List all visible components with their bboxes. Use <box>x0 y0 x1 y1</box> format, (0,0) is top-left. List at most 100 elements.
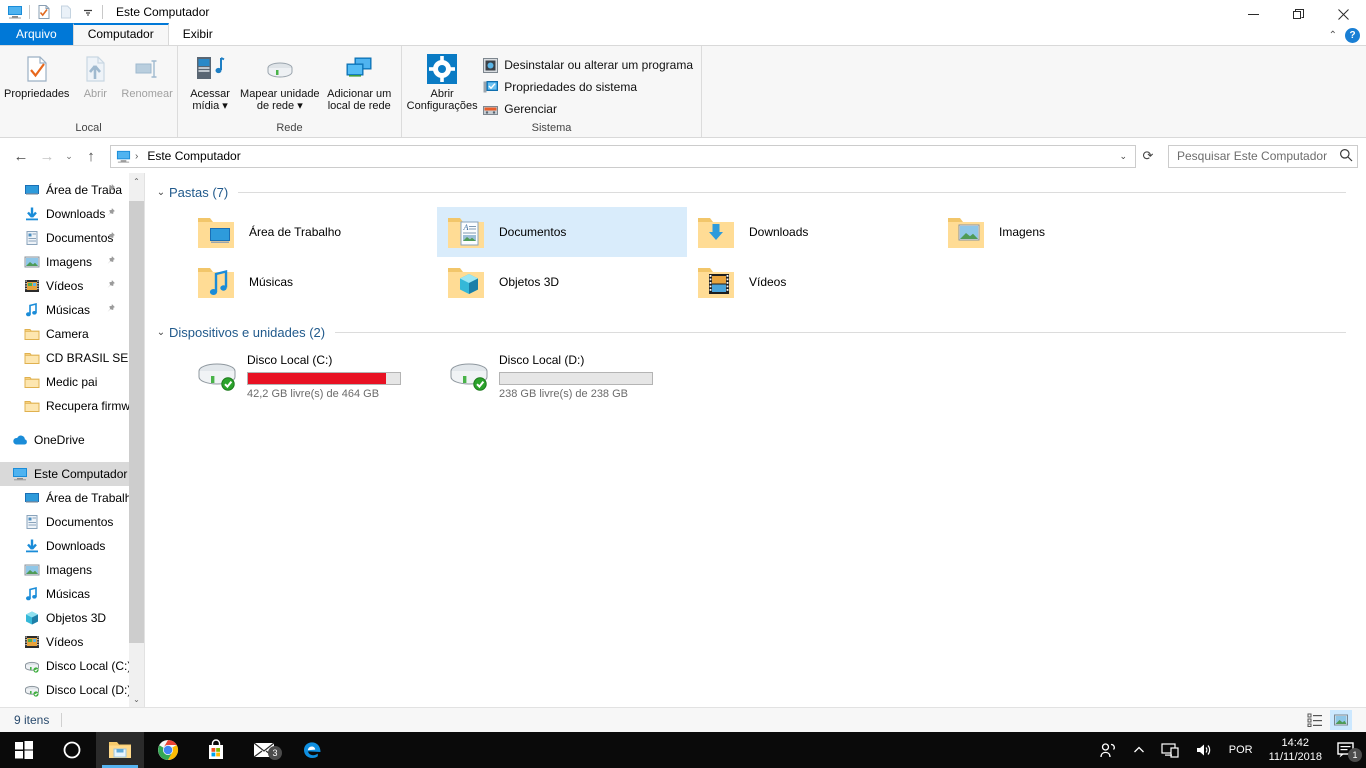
sidebar-item-imagens[interactable]: Imagens <box>0 250 144 274</box>
clock[interactable]: 14:42 11/11/2018 <box>1261 732 1330 768</box>
sidebar-item-documentos[interactable]: Documentos <box>0 226 144 250</box>
recent-locations-button[interactable]: ⌄ <box>60 143 78 169</box>
computer-icon[interactable] <box>4 1 26 23</box>
up-button[interactable]: ↑ <box>78 143 104 169</box>
folder-tile-list: Área de Trabalho A Documentos Downloads Imag… <box>145 207 1366 307</box>
tab-computador[interactable]: Computador <box>72 23 169 45</box>
folder-tile[interactable]: Objetos 3D <box>437 257 687 307</box>
search-icon[interactable] <box>1339 148 1353 165</box>
volume-icon[interactable] <box>1187 732 1221 768</box>
sidebar-item-m-sicas[interactable]: Músicas <box>0 582 144 606</box>
group-header-pastas[interactable]: ⌄ Pastas (7) <box>153 181 1366 203</box>
refresh-button[interactable]: ⟳ <box>1136 145 1160 168</box>
sidebar-item-rea-de-traba[interactable]: Área de Traba <box>0 178 144 202</box>
group-header-dispositivos[interactable]: ⌄ Dispositivos e unidades (2) <box>153 321 1366 343</box>
edge-button[interactable] <box>288 732 336 768</box>
ribbon-button-propriedades[interactable]: Propriedades <box>4 49 69 100</box>
folder-tile[interactable]: Músicas <box>187 257 437 307</box>
sidebar-item-disco-local-c[interactable]: Disco Local (C:) <box>0 654 144 678</box>
scroll-down-arrow[interactable]: ⌄ <box>129 691 144 707</box>
sidebar-item-v-deos[interactable]: Vídeos <box>0 630 144 654</box>
collapse-ribbon-icon[interactable]: ⌃ <box>1329 30 1337 41</box>
ribbon-button-abrir[interactable]: Abrir <box>69 49 121 100</box>
sidebar-item-documentos[interactable]: Documentos <box>0 510 144 534</box>
chevron-down-icon[interactable] <box>77 1 99 23</box>
sidebar-item-rea-de-trabalho[interactable]: Área de Trabalho <box>0 486 144 510</box>
navigation-scrollbar[interactable]: ⌃ ⌄ <box>129 173 144 707</box>
blank-doc-icon[interactable] <box>55 1 77 23</box>
chevron-down-icon[interactable]: ⌄ <box>153 187 169 198</box>
file-explorer-window: Este Computador Arquivo Computador Exibi… <box>0 0 1366 768</box>
cortana-button[interactable] <box>48 732 96 768</box>
sidebar-item-este-computador[interactable]: Este Computador <box>0 462 144 486</box>
sidebar-item-v-deos[interactable]: Vídeos <box>0 274 144 298</box>
ribbon-button-abrir-configuracoes[interactable]: Abrir Configurações <box>406 49 478 112</box>
sidebar-item-disco-local-d[interactable]: Disco Local (D:) <box>0 678 144 702</box>
back-button[interactable]: ← <box>8 143 34 169</box>
drive-tile[interactable]: Disco Local (C:) 42,2 GB livre(s) de 464 … <box>187 349 439 405</box>
sidebar-item-camera[interactable]: Camera <box>0 322 144 346</box>
sidebar-item-medic-pai[interactable]: Medic pai <box>0 370 144 394</box>
tab-exibir[interactable]: Exibir <box>169 23 227 45</box>
ribbon-item-desinstalar-programa[interactable]: Desinstalar ou alterar um programa <box>478 54 697 76</box>
show-hidden-icons-button[interactable] <box>1125 732 1153 768</box>
scrollbar-thumb[interactable] <box>129 201 144 643</box>
sidebar-item-cd-brasil-serta[interactable]: CD BRASIL SERTA <box>0 346 144 370</box>
folder-tile[interactable]: Imagens <box>937 207 1187 257</box>
sidebar-item-imagens[interactable]: Imagens <box>0 558 144 582</box>
folder-tile[interactable]: A Documentos <box>437 207 687 257</box>
pin-icon[interactable] <box>105 231 116 245</box>
forward-button[interactable]: → <box>34 143 60 169</box>
pin-icon[interactable] <box>105 255 116 269</box>
people-icon[interactable] <box>1091 732 1125 768</box>
ribbon-button-mapear-unidade-de-rede[interactable]: Mapear unidade de rede ▾ <box>238 49 321 112</box>
chrome-button[interactable] <box>144 732 192 768</box>
breadcrumb-current[interactable]: Este Computador <box>147 149 240 163</box>
ribbon-item-gerenciar[interactable]: Gerenciar <box>478 98 697 120</box>
ribbon-item-propriedades-do-sistema[interactable]: Propriedades do sistema <box>478 76 697 98</box>
breadcrumb[interactable]: › Este Computador ⌄ <box>110 144 1136 168</box>
sidebar-item-recupera-firmwa[interactable]: Recupera firmwa <box>0 394 144 418</box>
properties-icon[interactable] <box>33 1 55 23</box>
ribbon-tab-strip: Arquivo Computador Exibir <box>0 23 1366 46</box>
ribbon-button-acessar-midia[interactable]: Acessar mídia ▾ <box>182 49 238 112</box>
search-box[interactable] <box>1168 144 1358 168</box>
sidebar-item-label: Camera <box>46 327 89 341</box>
ribbon-button-renomear[interactable]: Renomear <box>121 49 173 100</box>
sidebar-item-label: Imagens <box>46 255 93 269</box>
scroll-up-arrow[interactable]: ⌃ <box>129 173 144 189</box>
ribbon-button-label-2: Configurações <box>406 100 478 112</box>
notifications-button[interactable]: 1 <box>1330 732 1366 768</box>
folder-tile[interactable]: Vídeos <box>687 257 937 307</box>
pin-icon[interactable] <box>105 303 116 317</box>
store-button[interactable] <box>192 732 240 768</box>
folder-tile[interactable]: Área de Trabalho <box>187 207 437 257</box>
mail-button[interactable]: 3 <box>240 732 288 768</box>
open-icon <box>79 53 111 85</box>
ribbon-button-adicionar-local-de-rede[interactable]: Adicionar um local de rede <box>321 49 397 112</box>
breadcrumb-separator[interactable]: › <box>135 151 138 162</box>
group-title: Dispositivos e unidades (2) <box>169 324 326 340</box>
folder-tile[interactable]: Downloads <box>687 207 937 257</box>
chevron-down-icon[interactable]: ⌄ <box>1113 151 1133 162</box>
help-icon[interactable]: ? <box>1345 27 1360 43</box>
pin-icon[interactable] <box>105 207 116 221</box>
pin-icon[interactable] <box>105 279 116 293</box>
chevron-down-icon[interactable]: ⌄ <box>153 327 169 338</box>
content-pane[interactable]: ⌄ Pastas (7) Área de Trabalho A Documentos… <box>145 173 1366 707</box>
file-explorer-button[interactable] <box>96 732 144 768</box>
sidebar-item-m-sicas[interactable]: Músicas <box>0 298 144 322</box>
sidebar-item-objetos-3d[interactable]: Objetos 3D <box>0 606 144 630</box>
sidebar-item-downloads[interactable]: Downloads <box>0 202 144 226</box>
sidebar-item-onedrive[interactable]: OneDrive <box>0 428 144 452</box>
search-input[interactable] <box>1177 149 1339 163</box>
drive-tile[interactable]: Disco Local (D:) 238 GB livre(s) de 238 G… <box>439 349 691 405</box>
details-view-button[interactable] <box>1304 710 1326 730</box>
sidebar-item-downloads[interactable]: Downloads <box>0 534 144 558</box>
pin-icon[interactable] <box>105 183 116 197</box>
start-button[interactable] <box>0 732 48 768</box>
large-icons-view-button[interactable] <box>1330 710 1352 730</box>
network-icon[interactable] <box>1153 732 1187 768</box>
tab-arquivo[interactable]: Arquivo <box>0 23 73 45</box>
language-indicator[interactable]: POR <box>1221 744 1261 756</box>
